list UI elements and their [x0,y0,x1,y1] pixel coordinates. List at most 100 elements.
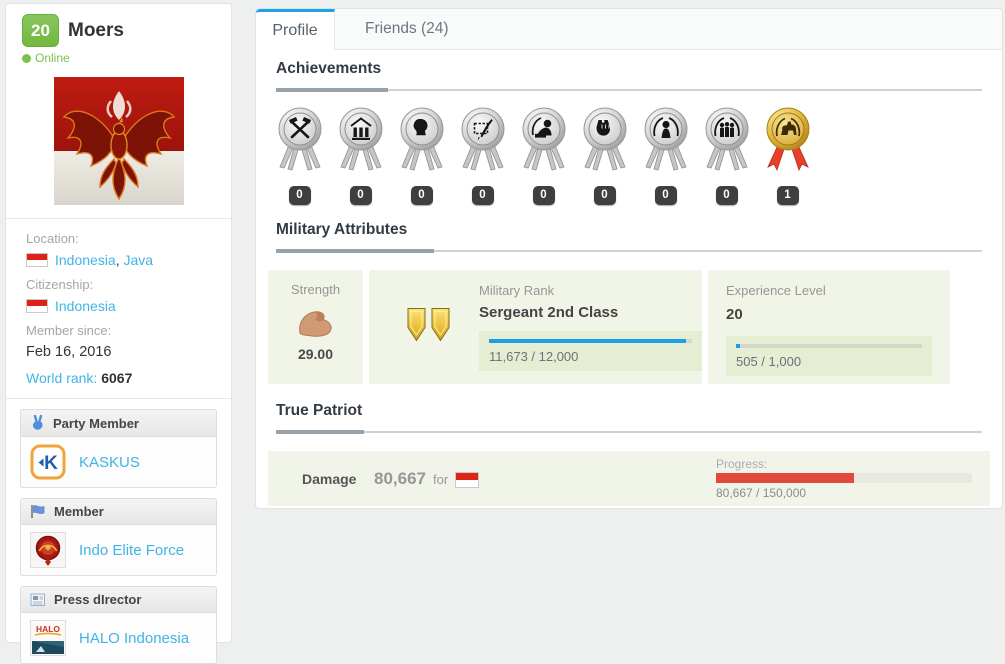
resistance-hero-medal-icon [583,107,626,171]
member-since-label: Member since: [26,323,112,338]
medal-count-badge: 0 [715,186,738,205]
sidebar-header: 20 Moers Online [6,4,231,71]
tp-for-text: for [433,472,449,487]
tp-damage-label: Damage [302,470,357,487]
indonesia-flag-icon [455,471,480,488]
phoenix-avatar-image [53,77,184,205]
medal-count-badge: 0 [410,186,433,205]
battle-hero-medal[interactable]: 0 [513,105,574,205]
mu-role-label: Member [54,504,104,519]
newspaper-link[interactable]: HALO Indonesia [79,630,189,647]
strength-card: Strength 29.00 [268,270,363,384]
kaskus-logo[interactable]: K [30,444,66,480]
indo-elite-force-logo[interactable] [30,532,66,568]
experience-progress-fill [736,344,740,348]
strength-value: 29.00 [297,346,334,362]
mu-role-header: Member [21,499,216,525]
medal-count-badge: 0 [593,186,616,205]
military-section-title: Military Attributes [276,221,982,253]
rank-progress-box: 11,673 / 12,000 [479,331,702,371]
party-role-header: Party Member [21,410,216,437]
indonesia-flag-icon [26,299,48,313]
biceps-icon [298,311,332,337]
svg-text:K: K [44,453,58,474]
medal-count-badge: 0 [471,186,494,205]
sidebar-info: Location: Indonesia, Java Citizenship: I… [6,219,231,398]
victory-hand-icon [30,415,45,431]
world-rank-link[interactable]: World rank: [26,370,97,386]
military-unit-link[interactable]: Indo Elite Force [79,542,184,559]
newspaper-box: Press dIrector HALO HALO Indonesia [20,586,217,664]
location-country-link[interactable]: Indonesia [55,252,116,268]
super-soldier-medal-icon [644,107,687,171]
true-patriot-section-title: True Patriot [276,402,982,434]
location-label: Location: [26,231,79,246]
military-rank-value: Sergeant 2nd Class [479,304,619,321]
country-president-medal[interactable]: 0 [391,105,452,205]
profile-main-panel: Profile Friends (24) Achievements 0 0 0 … [255,8,1003,509]
resistance-hero-medal[interactable]: 0 [574,105,635,205]
experience-card: Experience Level 20 505 / 1,000 [708,270,950,384]
strength-label: Strength [290,282,341,297]
military-rank-card: Military Rank Sergeant 2nd Class 11,673 … [369,270,702,384]
player-name: Moers [68,19,124,41]
achievements-medals-row: 0 0 0 0 0 0 0 0 1 [269,105,990,205]
congress-medal-icon [339,107,382,171]
medal-count-badge: 0 [349,186,372,205]
military-rank-label: Military Rank [479,283,555,298]
level-badge: 20 [22,14,59,47]
press-role-header: Press dIrector [21,587,216,613]
location-region-link[interactable]: Java [124,252,154,268]
tp-damage-value: 80,667 [374,468,426,488]
true-patriot-medal[interactable]: 1 [757,105,818,205]
hard-worker-medal[interactable]: 0 [269,105,330,205]
tp-progress-text: 80,667 / 150,000 [716,486,807,500]
society-builder-medal-icon [705,107,748,171]
party-link[interactable]: KASKUS [79,454,140,471]
experience-value: 20 [726,306,743,323]
medal-count-badge: 0 [532,186,555,205]
citizenship-label: Citizenship: [26,277,94,292]
battle-hero-medal-icon [522,107,565,171]
congress-medal[interactable]: 0 [330,105,391,205]
tp-progress-fill [716,473,855,483]
tp-progress-area: Progress: 80,667 / 150,000 [716,457,972,500]
tab-bar: Profile Friends (24) [256,9,1002,50]
media-mogul-medal-icon [461,107,504,171]
svg-text:HALO: HALO [36,624,60,634]
flag-icon [30,504,46,519]
party-box: Party Member K KASKUS [20,409,217,488]
society-builder-medal[interactable]: 0 [696,105,757,205]
hard-worker-medal-icon [278,107,321,171]
achievements-section-title: Achievements [276,60,982,92]
true-patriot-card: Damage 80,667 for Progress: 80,667 / 150… [268,451,990,506]
military-unit-box: Member Indo Elite Force [20,498,217,576]
profile-sidebar: 20 Moers Online Location: Indonesia , Ja… [5,3,232,664]
sidebar-divider [6,398,231,399]
medal-count-badge: 1 [776,186,799,205]
super-soldier-medal[interactable]: 0 [635,105,696,205]
rank-insignia-icon [405,307,453,348]
rank-progress-fill [489,339,686,343]
media-mogul-medal[interactable]: 0 [452,105,513,205]
online-status: Online [22,51,215,65]
true-patriot-medal-icon [766,107,809,172]
medal-count-badge: 0 [654,186,677,205]
medal-count-badge: 0 [288,186,311,205]
newspaper-icon [30,592,46,607]
military-cards-row: Strength 29.00 Military Rank Sergeant 2n… [268,270,990,384]
player-avatar [53,77,184,205]
experience-progress-box: 505 / 1,000 [726,336,932,376]
rank-progress-bar [489,339,692,343]
online-dot-icon [22,53,31,63]
tp-progress-label: Progress: [716,457,768,471]
world-rank-value: 6067 [101,370,133,386]
experience-progress-text: 505 / 1,000 [736,354,802,369]
experience-label: Experience Level [726,283,826,298]
citizenship-country-link[interactable]: Indonesia [55,298,116,314]
tab-profile[interactable]: Profile [256,9,335,50]
halo-indonesia-logo[interactable]: HALO [30,620,66,656]
party-role-label: Party Member [53,415,139,431]
experience-progress-bar [736,344,922,348]
tab-friends[interactable]: Friends (24) [335,9,479,49]
